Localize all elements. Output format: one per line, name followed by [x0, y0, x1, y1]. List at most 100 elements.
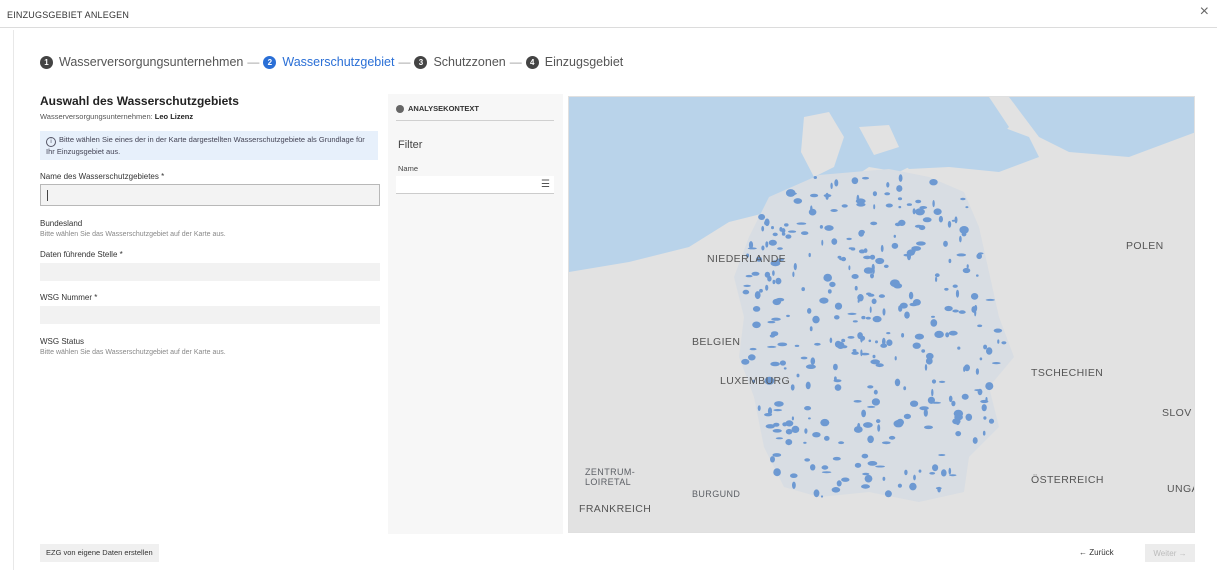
protected-area-shape[interactable] [861, 453, 869, 459]
protected-area-shape[interactable] [938, 454, 946, 456]
protected-area-shape[interactable] [774, 401, 784, 407]
protected-area-shape[interactable] [852, 320, 858, 323]
protected-area-shape[interactable] [965, 413, 973, 421]
protected-area-shape[interactable] [916, 241, 926, 246]
protected-area-shape[interactable] [777, 342, 788, 347]
protected-area-shape[interactable] [772, 232, 778, 237]
protected-area-shape[interactable] [896, 185, 903, 192]
protected-area-shape[interactable] [903, 413, 911, 420]
protected-area-shape[interactable] [941, 469, 947, 477]
protected-area-shape[interactable] [770, 331, 779, 337]
protected-area-shape[interactable] [831, 487, 841, 493]
protected-area-shape[interactable] [863, 422, 873, 428]
protected-area-shape[interactable] [751, 271, 760, 276]
protected-area-shape[interactable] [919, 406, 929, 411]
protected-area-shape[interactable] [801, 231, 809, 236]
protected-area-shape[interactable] [921, 349, 926, 353]
protected-area-shape[interactable] [884, 192, 891, 196]
protected-area-shape[interactable] [857, 422, 861, 431]
protected-area-shape[interactable] [943, 240, 948, 247]
protected-area-shape[interactable] [882, 308, 886, 316]
protected-area-shape[interactable] [980, 399, 989, 404]
protected-area-shape[interactable] [872, 315, 882, 323]
protected-area-shape[interactable] [781, 232, 786, 236]
protected-area-shape[interactable] [914, 224, 923, 228]
protected-area-shape[interactable] [792, 271, 795, 278]
protected-area-shape[interactable] [982, 430, 986, 436]
protected-area-shape[interactable] [991, 362, 1001, 365]
protected-area-shape[interactable] [779, 360, 786, 366]
protected-area-shape[interactable] [841, 338, 846, 343]
protected-area-shape[interactable] [853, 400, 862, 403]
protected-area-shape[interactable] [813, 176, 817, 179]
protected-area-shape[interactable] [912, 208, 916, 215]
protected-area-shape[interactable] [881, 441, 891, 445]
protected-area-shape[interactable] [934, 273, 940, 278]
protected-area-shape[interactable] [761, 245, 765, 251]
protected-area-shape[interactable] [901, 333, 905, 338]
protected-area-shape[interactable] [952, 309, 959, 313]
protected-area-shape[interactable] [896, 418, 904, 426]
protected-area-shape[interactable] [772, 279, 776, 285]
protected-area-shape[interactable] [866, 292, 872, 296]
protected-area-shape[interactable] [861, 484, 870, 489]
protected-area-shape[interactable] [912, 342, 921, 349]
protected-area-shape[interactable] [899, 302, 908, 309]
protected-area-shape[interactable] [885, 203, 893, 208]
protected-area-shape[interactable] [955, 431, 962, 437]
protected-area-shape[interactable] [935, 276, 938, 282]
protected-area-shape[interactable] [832, 456, 841, 461]
name-input[interactable] [40, 184, 380, 206]
protected-area-shape[interactable] [951, 400, 956, 407]
protected-area-shape[interactable] [850, 247, 856, 251]
protected-area-shape[interactable] [948, 395, 953, 402]
protected-area-shape[interactable] [870, 359, 880, 365]
protected-area-shape[interactable] [932, 464, 939, 472]
protected-area-shape[interactable] [768, 239, 777, 246]
protected-area-shape[interactable] [779, 227, 783, 232]
protected-area-shape[interactable] [824, 435, 830, 441]
protected-area-shape[interactable] [757, 405, 761, 411]
protected-area-shape[interactable] [956, 253, 967, 257]
protected-area-shape[interactable] [820, 495, 824, 498]
protected-area-shape[interactable] [805, 381, 811, 390]
protected-area-shape[interactable] [790, 473, 798, 479]
protected-area-shape[interactable] [808, 417, 811, 420]
protected-area-shape[interactable] [752, 306, 761, 312]
protected-area-shape[interactable] [960, 197, 966, 201]
protected-area-shape[interactable] [821, 471, 832, 474]
protected-area-shape[interactable] [904, 469, 908, 476]
protected-area-shape[interactable] [851, 274, 859, 279]
protected-area-shape[interactable] [793, 198, 803, 204]
filter-name-input[interactable]: ☰ [396, 176, 554, 194]
protected-area-shape[interactable] [897, 197, 903, 201]
protected-area-shape[interactable] [847, 312, 857, 315]
protected-area-shape[interactable] [749, 347, 757, 351]
protected-area-shape[interactable] [886, 332, 891, 335]
protected-area-shape[interactable] [872, 354, 876, 359]
protected-area-shape[interactable] [788, 230, 797, 233]
protected-area-shape[interactable] [869, 306, 872, 313]
protected-area-shape[interactable] [834, 384, 842, 391]
protected-area-shape[interactable] [748, 354, 756, 361]
protected-area-shape[interactable] [935, 487, 942, 490]
protected-area-shape[interactable] [909, 482, 917, 491]
protected-area-shape[interactable] [841, 256, 846, 262]
protected-area-shape[interactable] [824, 225, 834, 231]
create-from-own-data-button[interactable]: EZG von eigene Daten erstellen [40, 544, 159, 562]
protected-area-shape[interactable] [758, 214, 766, 220]
protected-area-shape[interactable] [913, 474, 916, 481]
protected-area-shape[interactable] [865, 316, 871, 320]
protected-area-shape[interactable] [847, 336, 855, 339]
protected-area-shape[interactable] [997, 339, 1000, 344]
protected-area-shape[interactable] [871, 298, 877, 305]
step-wasserschutzgebiet[interactable]: 2 Wasserschutzgebiet [263, 55, 394, 69]
protected-area-shape[interactable] [856, 194, 860, 203]
protected-area-shape[interactable] [792, 481, 796, 489]
protected-area-shape[interactable] [867, 461, 878, 466]
protected-area-shape[interactable] [931, 401, 942, 404]
protected-area-shape[interactable] [841, 477, 850, 482]
protected-area-shape[interactable] [875, 257, 885, 265]
protected-area-shape[interactable] [915, 199, 922, 204]
protected-area-shape[interactable] [873, 204, 876, 210]
